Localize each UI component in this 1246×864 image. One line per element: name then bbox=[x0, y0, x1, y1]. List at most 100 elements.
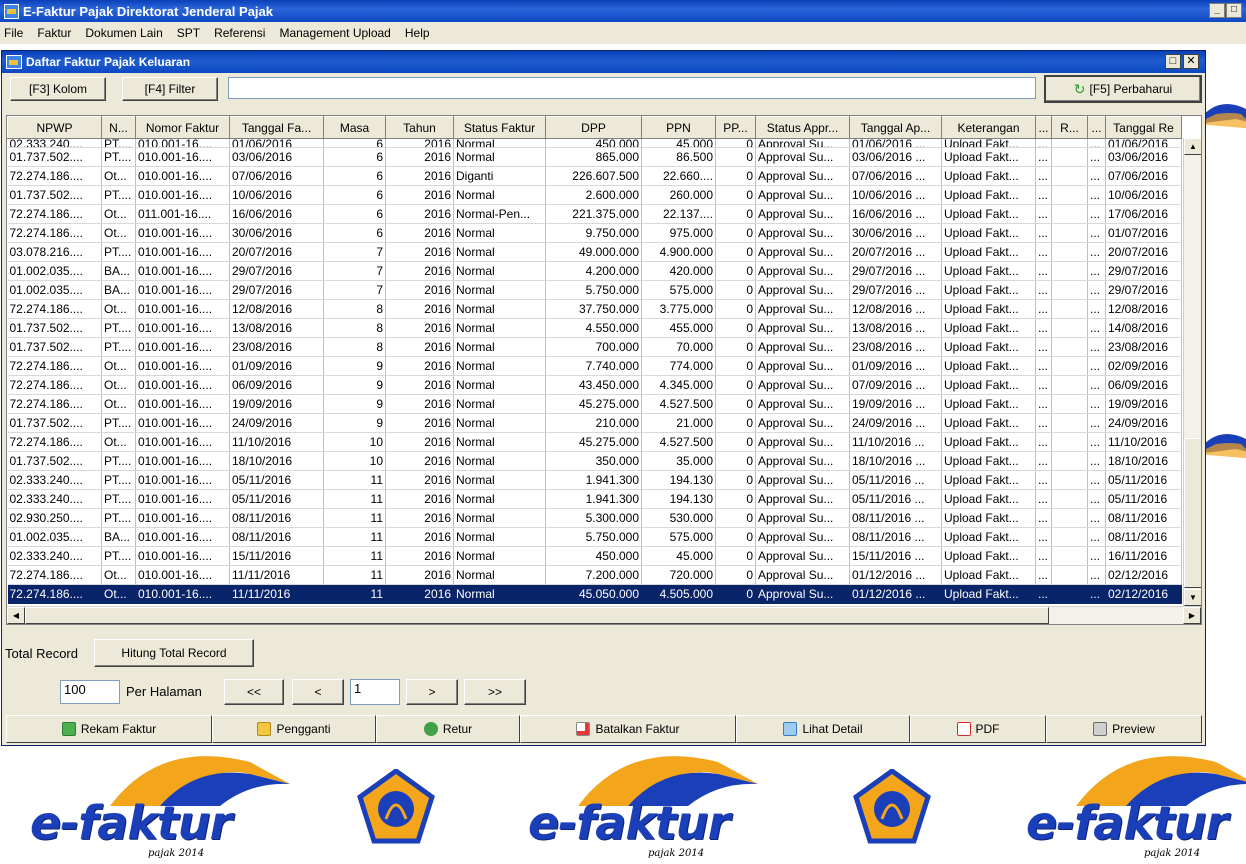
table-cell: 03/06/2016 bbox=[229, 147, 324, 167]
column-header[interactable]: Tanggal Re bbox=[1105, 116, 1182, 139]
scroll-thumb[interactable] bbox=[1184, 438, 1201, 588]
column-header[interactable]: R... bbox=[1051, 116, 1088, 139]
pengganti-button[interactable]: Pengganti bbox=[212, 715, 376, 743]
maximize-icon[interactable]: □ bbox=[1226, 3, 1242, 18]
table-cell bbox=[1051, 185, 1088, 205]
filter-field[interactable] bbox=[228, 77, 1036, 99]
table-cell: 45.275.000 bbox=[545, 394, 642, 414]
table-cell: ... bbox=[1035, 261, 1052, 281]
table-row[interactable]: 01.002.035.... BA... 010.001-16.... 08/11/2… bbox=[7, 527, 1182, 547]
column-header[interactable]: N... bbox=[101, 116, 136, 139]
table-row[interactable]: 01.737.502.... PT.... 010.001-16.... 24/09/… bbox=[7, 413, 1182, 433]
menu-spt[interactable]: SPT bbox=[177, 26, 200, 40]
table-cell: 010.001-16.... bbox=[135, 508, 230, 528]
restore-icon[interactable]: □ bbox=[1165, 54, 1181, 69]
menu-management-upload[interactable]: Management Upload bbox=[279, 26, 390, 40]
table-row[interactable]: 72.274.186.... Ot... 010.001-16.... 19/09/2… bbox=[7, 394, 1182, 414]
column-header[interactable]: Tahun bbox=[385, 116, 454, 139]
table-row[interactable]: 01.737.502.... PT.... 010.001-16.... 10/06/… bbox=[7, 185, 1182, 205]
table-cell: PT.... bbox=[101, 318, 136, 338]
vertical-scrollbar[interactable]: ▲ ▼ bbox=[1183, 138, 1201, 606]
table-row[interactable]: 01.002.035.... BA... 010.001-16.... 29/07/2… bbox=[7, 280, 1182, 300]
column-header[interactable]: PPN bbox=[641, 116, 716, 139]
table-row[interactable]: 02.333.240.... PT.... 010.001-16.... 05/11/… bbox=[7, 489, 1182, 509]
column-header[interactable]: Nomor Faktur bbox=[135, 116, 230, 139]
last-page-button[interactable]: >> bbox=[464, 679, 526, 705]
table-row[interactable]: 02.333.240.... PT.... 010.001-16.... 15/11/… bbox=[7, 546, 1182, 566]
prev-page-button[interactable]: < bbox=[292, 679, 344, 705]
table-row[interactable]: 72.274.186.... Ot... 010.001-16.... 01/09/2… bbox=[7, 356, 1182, 376]
column-header[interactable]: Keterangan bbox=[941, 116, 1036, 139]
scroll-down-icon[interactable]: ▼ bbox=[1184, 589, 1201, 606]
table-cell: ... bbox=[1035, 166, 1052, 186]
table-row[interactable]: 02.930.250.... PT.... 010.001-16.... 08/11/… bbox=[7, 508, 1182, 528]
table-cell: Approval Su... bbox=[755, 223, 850, 243]
table-row[interactable]: 72.274.186.... Ot... 010.001-16.... 06/09/2… bbox=[7, 375, 1182, 395]
menu-file[interactable]: File bbox=[4, 26, 23, 40]
table-cell: 350.000 bbox=[545, 451, 642, 471]
table-row[interactable]: 03.078.216.... PT.... 010.001-16.... 20/07/… bbox=[7, 242, 1182, 262]
table-cell: Normal bbox=[453, 413, 546, 433]
scroll-right-icon[interactable]: ▶ bbox=[1183, 607, 1201, 624]
column-header[interactable]: ... bbox=[1087, 116, 1106, 139]
per-page-field[interactable]: 100 bbox=[60, 680, 120, 704]
table-row[interactable]: 01.002.035.... BA... 010.001-16.... 29/07/2… bbox=[7, 261, 1182, 281]
hscroll-thumb[interactable] bbox=[25, 607, 1049, 624]
filter-button[interactable]: [F4] Filter bbox=[122, 77, 218, 101]
table-row[interactable]: 72.274.186.... Ot... 010.001-16.... 07/06/2… bbox=[7, 166, 1182, 186]
next-page-button[interactable]: > bbox=[406, 679, 458, 705]
batalkan-faktur-button[interactable]: Batalkan Faktur bbox=[520, 715, 736, 743]
table-cell: Upload Fakt... bbox=[941, 356, 1036, 376]
first-page-button[interactable]: << bbox=[224, 679, 284, 705]
table-row[interactable]: 01.737.502.... PT.... 010.001-16.... 18/10/… bbox=[7, 451, 1182, 471]
table-cell: 07/09/2016 ... bbox=[849, 375, 942, 395]
hitung-total-record-button[interactable]: Hitung Total Record bbox=[94, 639, 254, 667]
menu-referensi[interactable]: Referensi bbox=[214, 26, 265, 40]
column-header[interactable]: DPP bbox=[545, 116, 642, 139]
scroll-up-icon[interactable]: ▲ bbox=[1184, 138, 1201, 155]
column-header[interactable]: Masa bbox=[323, 116, 386, 139]
column-header[interactable]: Status Faktur bbox=[453, 116, 546, 139]
table-cell: Normal bbox=[453, 489, 546, 509]
preview-button[interactable]: Preview bbox=[1046, 715, 1202, 743]
retur-button[interactable]: Retur bbox=[376, 715, 520, 743]
scroll-left-icon[interactable]: ◀ bbox=[7, 607, 25, 624]
menu-faktur[interactable]: Faktur bbox=[37, 26, 71, 40]
column-header[interactable]: NPWP bbox=[7, 116, 102, 139]
table-row[interactable]: 02.333.240.... PT.... 010.001-16.... 01/06/… bbox=[7, 138, 1182, 148]
column-header[interactable]: Status Appr... bbox=[755, 116, 850, 139]
horizontal-scrollbar[interactable]: ◀ ▶ bbox=[7, 606, 1201, 624]
table-row[interactable]: 72.274.186.... Ot... 010.001-16.... 30/06/2… bbox=[7, 223, 1182, 243]
table-row[interactable]: 72.274.186.... Ot... 010.001-16.... 12/08/2… bbox=[7, 299, 1182, 319]
rekam-faktur-button[interactable]: Rekam Faktur bbox=[6, 715, 212, 743]
kolom-button[interactable]: [F3] Kolom bbox=[10, 77, 106, 101]
table-cell: 14/08/2016 bbox=[1105, 318, 1182, 338]
pdf-button[interactable]: PDF bbox=[910, 715, 1046, 743]
column-header[interactable]: Tanggal Ap... bbox=[849, 116, 942, 139]
page-number-field[interactable]: 1 bbox=[350, 679, 400, 705]
table-row[interactable]: 72.274.186.... Ot... 010.001-16.... 11/11/2… bbox=[7, 565, 1182, 585]
menu-dokumen-lain[interactable]: Dokumen Lain bbox=[85, 26, 162, 40]
table-row[interactable]: 01.737.502.... PT.... 010.001-16.... 23/08/… bbox=[7, 337, 1182, 357]
table-row-selected[interactable]: 72.274.186.... Ot... 010.001-16.... 11/11/2… bbox=[7, 584, 1182, 604]
table-cell: 575.000 bbox=[641, 280, 716, 300]
table-row[interactable]: 01.737.502.... PT.... 010.001-16.... 13/08/… bbox=[7, 318, 1182, 338]
refresh-button[interactable]: ↻ [F5] Perbaharui bbox=[1044, 75, 1202, 103]
table-row[interactable]: 72.274.186.... Ot... 010.001-16.... 11/10/2… bbox=[7, 432, 1182, 452]
close-icon[interactable]: ✕ bbox=[1183, 54, 1199, 69]
column-header[interactable]: PP... bbox=[715, 116, 756, 139]
column-header[interactable]: Tanggal Fa... bbox=[229, 116, 324, 139]
menu-help[interactable]: Help bbox=[405, 26, 430, 40]
table-row[interactable]: 72.274.186.... Ot... 011.001-16.... 16/06/2… bbox=[7, 204, 1182, 224]
table-cell: 20/07/2016 bbox=[229, 242, 324, 262]
table-row[interactable]: 02.333.240.... PT.... 010.001-16.... 05/11/… bbox=[7, 470, 1182, 490]
table-cell: BA... bbox=[101, 261, 136, 281]
lihat-detail-button[interactable]: Lihat Detail bbox=[736, 715, 910, 743]
table-cell: 10 bbox=[323, 451, 386, 471]
column-header[interactable]: ... bbox=[1035, 116, 1052, 139]
minimize-icon[interactable]: _ bbox=[1209, 3, 1225, 18]
table-cell: Approval Su... bbox=[755, 261, 850, 281]
table-row[interactable]: 01.737.502.... PT.... 010.001-16.... 03/06/… bbox=[7, 147, 1182, 167]
table-cell: 06/09/2016 bbox=[229, 375, 324, 395]
table-cell: 2016 bbox=[385, 242, 454, 262]
